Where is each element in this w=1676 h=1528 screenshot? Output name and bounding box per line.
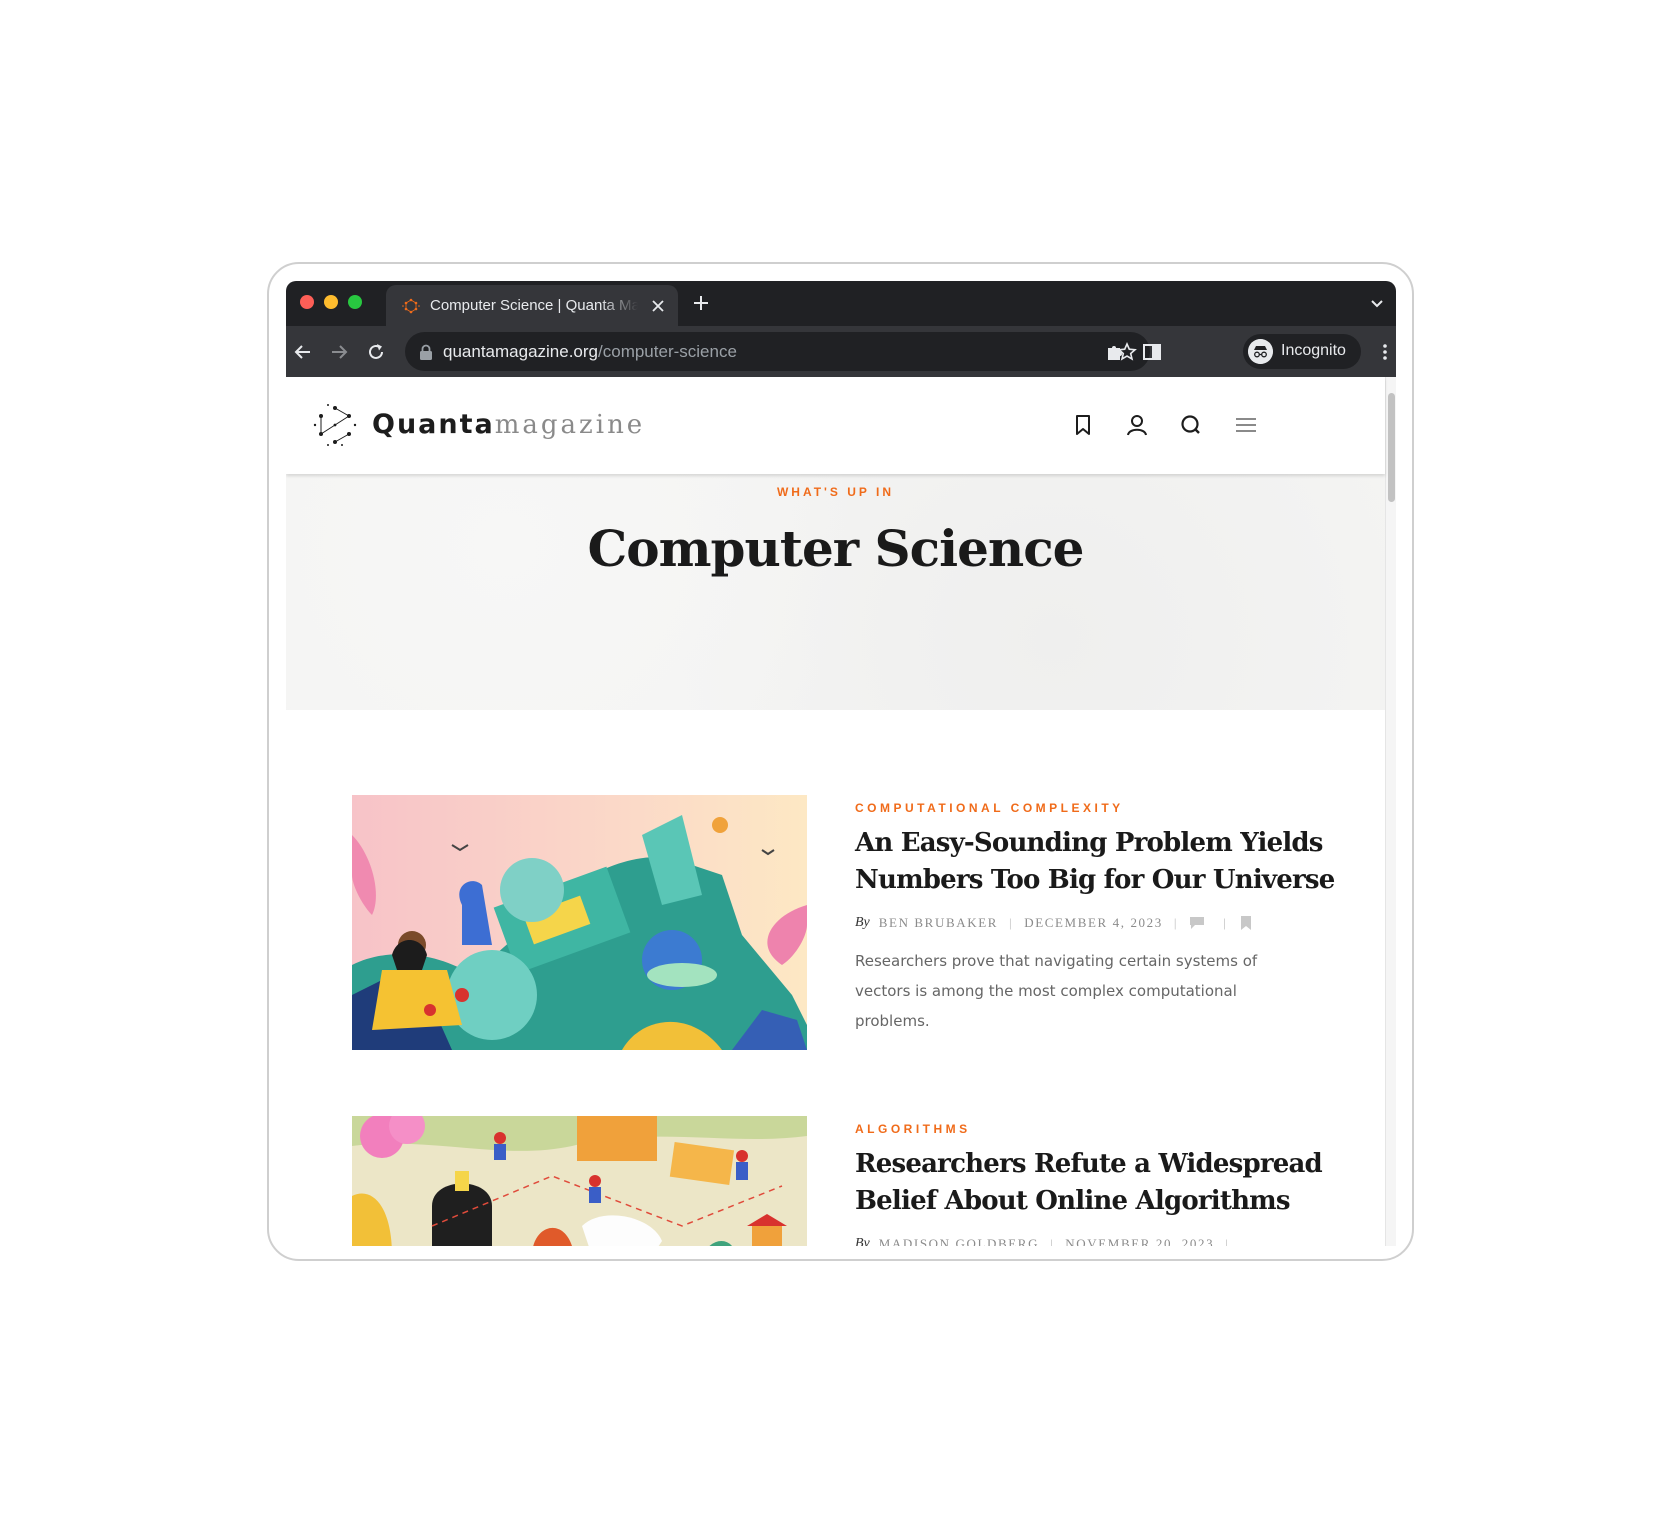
byline-prefix: By [855, 915, 870, 930]
browser-toolbar: quantamagazine.org/computer-science Inco… [286, 326, 1396, 377]
lock-icon[interactable] [419, 344, 433, 360]
user-account-icon[interactable] [1124, 412, 1150, 438]
meta-divider: | [1050, 1236, 1055, 1246]
window-maximize-button[interactable] [348, 295, 362, 309]
logo-magazine-text: magazine [494, 410, 646, 440]
page-title: Computer Science [587, 519, 1085, 578]
byline-prefix: By [855, 1236, 870, 1246]
quanta-favicon-icon [402, 298, 420, 314]
url-domain: quantamagazine.org [443, 342, 599, 361]
quanta-logo-wordmark[interactable]: Quantamagazine [372, 409, 645, 440]
article-date: NOVEMBER 20, 2023 [1065, 1236, 1215, 1246]
tab-active[interactable]: Computer Science | Quanta Magazine [386, 285, 678, 326]
url-text[interactable]: quantamagazine.org/computer-science [443, 342, 737, 362]
article-category[interactable]: COMPUTATIONAL COMPLEXITY [855, 801, 1124, 815]
web-page: Quantamagazine WHAT'S UP IN Computer Sci… [286, 377, 1396, 1246]
meta-divider: | [1223, 915, 1228, 930]
bookmark-icon[interactable] [1070, 412, 1096, 438]
hamburger-menu-icon[interactable] [1233, 412, 1259, 438]
logo-quanta-text: Quanta [372, 409, 495, 440]
search-icon[interactable] [1178, 412, 1204, 438]
comment-icon[interactable] [1189, 916, 1205, 930]
back-arrow-icon[interactable] [292, 341, 314, 363]
hero-eyebrow: WHAT'S UP IN [776, 485, 895, 499]
url-path: /computer-science [598, 342, 737, 361]
quanta-logo-icon[interactable] [313, 403, 357, 447]
reload-icon[interactable] [365, 341, 387, 363]
article-title[interactable]: An Easy-Sounding Problem Yields Numbers … [855, 825, 1335, 899]
article-meta: By MADISON GOLDBERG | NOVEMBER 20, 2023 … [855, 1236, 1240, 1246]
extensions-puzzle-icon[interactable] [1104, 341, 1126, 363]
new-tab-icon[interactable] [691, 293, 711, 313]
incognito-icon [1248, 339, 1273, 364]
meta-divider: | [1173, 915, 1179, 930]
section-hero: WHAT'S UP IN Computer Science [286, 474, 1385, 710]
more-vertical-icon[interactable] [1374, 341, 1396, 363]
browser-window: Computer Science | Quanta Magazine [286, 281, 1396, 1246]
article-category[interactable]: ALGORITHMS [855, 1122, 971, 1136]
forward-arrow-icon[interactable] [328, 341, 350, 363]
scrollbar-thumb[interactable] [1388, 393, 1395, 502]
article-thumbnail-illustration[interactable] [352, 795, 807, 1050]
chevron-down-icon[interactable] [1368, 294, 1386, 312]
window-minimize-button[interactable] [324, 295, 338, 309]
address-bar[interactable]: quantamagazine.org/computer-science [405, 332, 1150, 371]
meta-divider: | [1009, 915, 1014, 930]
tab-title: Computer Science | Quanta Magazine [430, 297, 638, 314]
article-description: Researchers prove that navigating certai… [855, 952, 1258, 1030]
article-date: DECEMBER 4, 2023 [1024, 915, 1163, 930]
meta-divider: | [1225, 1236, 1230, 1246]
site-header: Quantamagazine [286, 377, 1385, 474]
close-tab-icon[interactable] [648, 296, 668, 316]
article-title[interactable]: Researchers Refute a Widespread Belief A… [855, 1146, 1335, 1220]
article-thumbnail-illustration[interactable] [352, 1116, 807, 1246]
window-close-button[interactable] [300, 295, 314, 309]
bookmark-icon[interactable] [1238, 916, 1254, 930]
tab-strip: Computer Science | Quanta Magazine [286, 281, 1396, 326]
device-frame: Computer Science | Quanta Magazine [267, 262, 1414, 1261]
side-panel-icon[interactable] [1141, 341, 1163, 363]
article-author[interactable]: BEN BRUBAKER [879, 915, 998, 931]
article-author[interactable]: MADISON GOLDBERG [879, 1236, 1039, 1246]
incognito-profile-button[interactable]: Incognito [1243, 334, 1361, 369]
incognito-label: Incognito [1281, 342, 1346, 359]
page-scrollbar[interactable] [1385, 377, 1396, 1246]
article-meta: By BEN BRUBAKER | DECEMBER 4, 2023 | | [855, 915, 1254, 931]
